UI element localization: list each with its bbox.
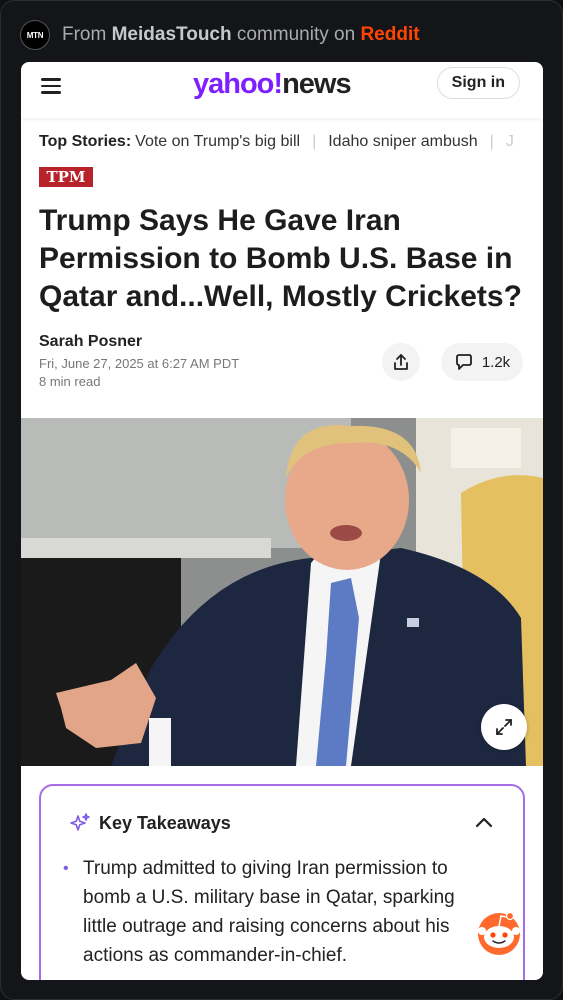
key-takeaways-panel: Key Takeaways Trump admitted to giving I… <box>39 784 525 980</box>
community-avatar[interactable]: MTN <box>20 20 50 50</box>
takeaways-title: Key Takeaways <box>99 812 231 833</box>
share-button[interactable] <box>382 343 420 381</box>
comments-count: 1.2k <box>481 353 511 371</box>
yahoo-news-logo[interactable]: yahoo!news <box>193 68 352 101</box>
read-time: 8 min read <box>39 374 101 389</box>
top-story-link[interactable]: J <box>506 133 514 151</box>
top-stories-label: Top Stories: <box>39 133 132 150</box>
top-story-link[interactable]: Idaho sniper ambush <box>328 133 477 151</box>
takeaways-header[interactable]: Key Takeaways <box>69 812 231 834</box>
top-story-link[interactable]: Vote on Trump's big bill <box>135 133 300 151</box>
author-name[interactable]: Sarah Posner <box>39 333 239 351</box>
publisher-badge[interactable]: TPM <box>39 167 93 187</box>
source-middle: community on <box>236 24 356 45</box>
top-stories-bar: Top Stories: Vote on Trump's big bill | … <box>39 133 543 151</box>
expand-icon <box>496 719 512 735</box>
share-icon <box>394 354 408 370</box>
article-photo[interactable] <box>21 418 543 766</box>
byline: Sarah Posner Fri, June 27, 2025 at 6:27 … <box>39 333 239 389</box>
expand-image-button[interactable] <box>481 704 527 750</box>
logo-yahoo: yahoo! <box>193 68 283 100</box>
separator: | <box>489 133 494 150</box>
article-headline: Trump Says He Gave Iran Permission to Bo… <box>39 204 522 313</box>
takeaway-item: Trump admitted to giving Iran permission… <box>63 854 483 970</box>
logo-news: news <box>282 68 352 100</box>
publish-date: Fri, June 27, 2025 at 6:27 AM PDT <box>39 356 240 371</box>
yahoo-header: yahoo!news Sign in <box>21 62 543 118</box>
comments-button[interactable]: 1.2k <box>441 343 523 381</box>
community-name[interactable]: MeidasTouch <box>112 24 232 45</box>
sign-in-button[interactable]: Sign in <box>436 67 520 99</box>
takeaways-list: Trump admitted to giving Iran permission… <box>63 854 483 970</box>
source-bar: MTN From MeidasTouch community on Reddit <box>20 20 543 50</box>
source-prefix: From <box>62 24 107 45</box>
platform-name[interactable]: Reddit <box>360 24 419 45</box>
reddit-snoo-icon[interactable] <box>474 907 524 957</box>
hamburger-icon[interactable] <box>41 76 61 96</box>
comment-icon <box>455 354 472 370</box>
chevron-up-icon[interactable] <box>475 816 493 828</box>
source-text: From MeidasTouch community on Reddit <box>62 24 420 46</box>
sparkle-icon <box>70 813 90 831</box>
separator: | <box>312 133 317 150</box>
article-card: yahoo!news Sign in Top Stories: Vote on … <box>21 62 543 980</box>
